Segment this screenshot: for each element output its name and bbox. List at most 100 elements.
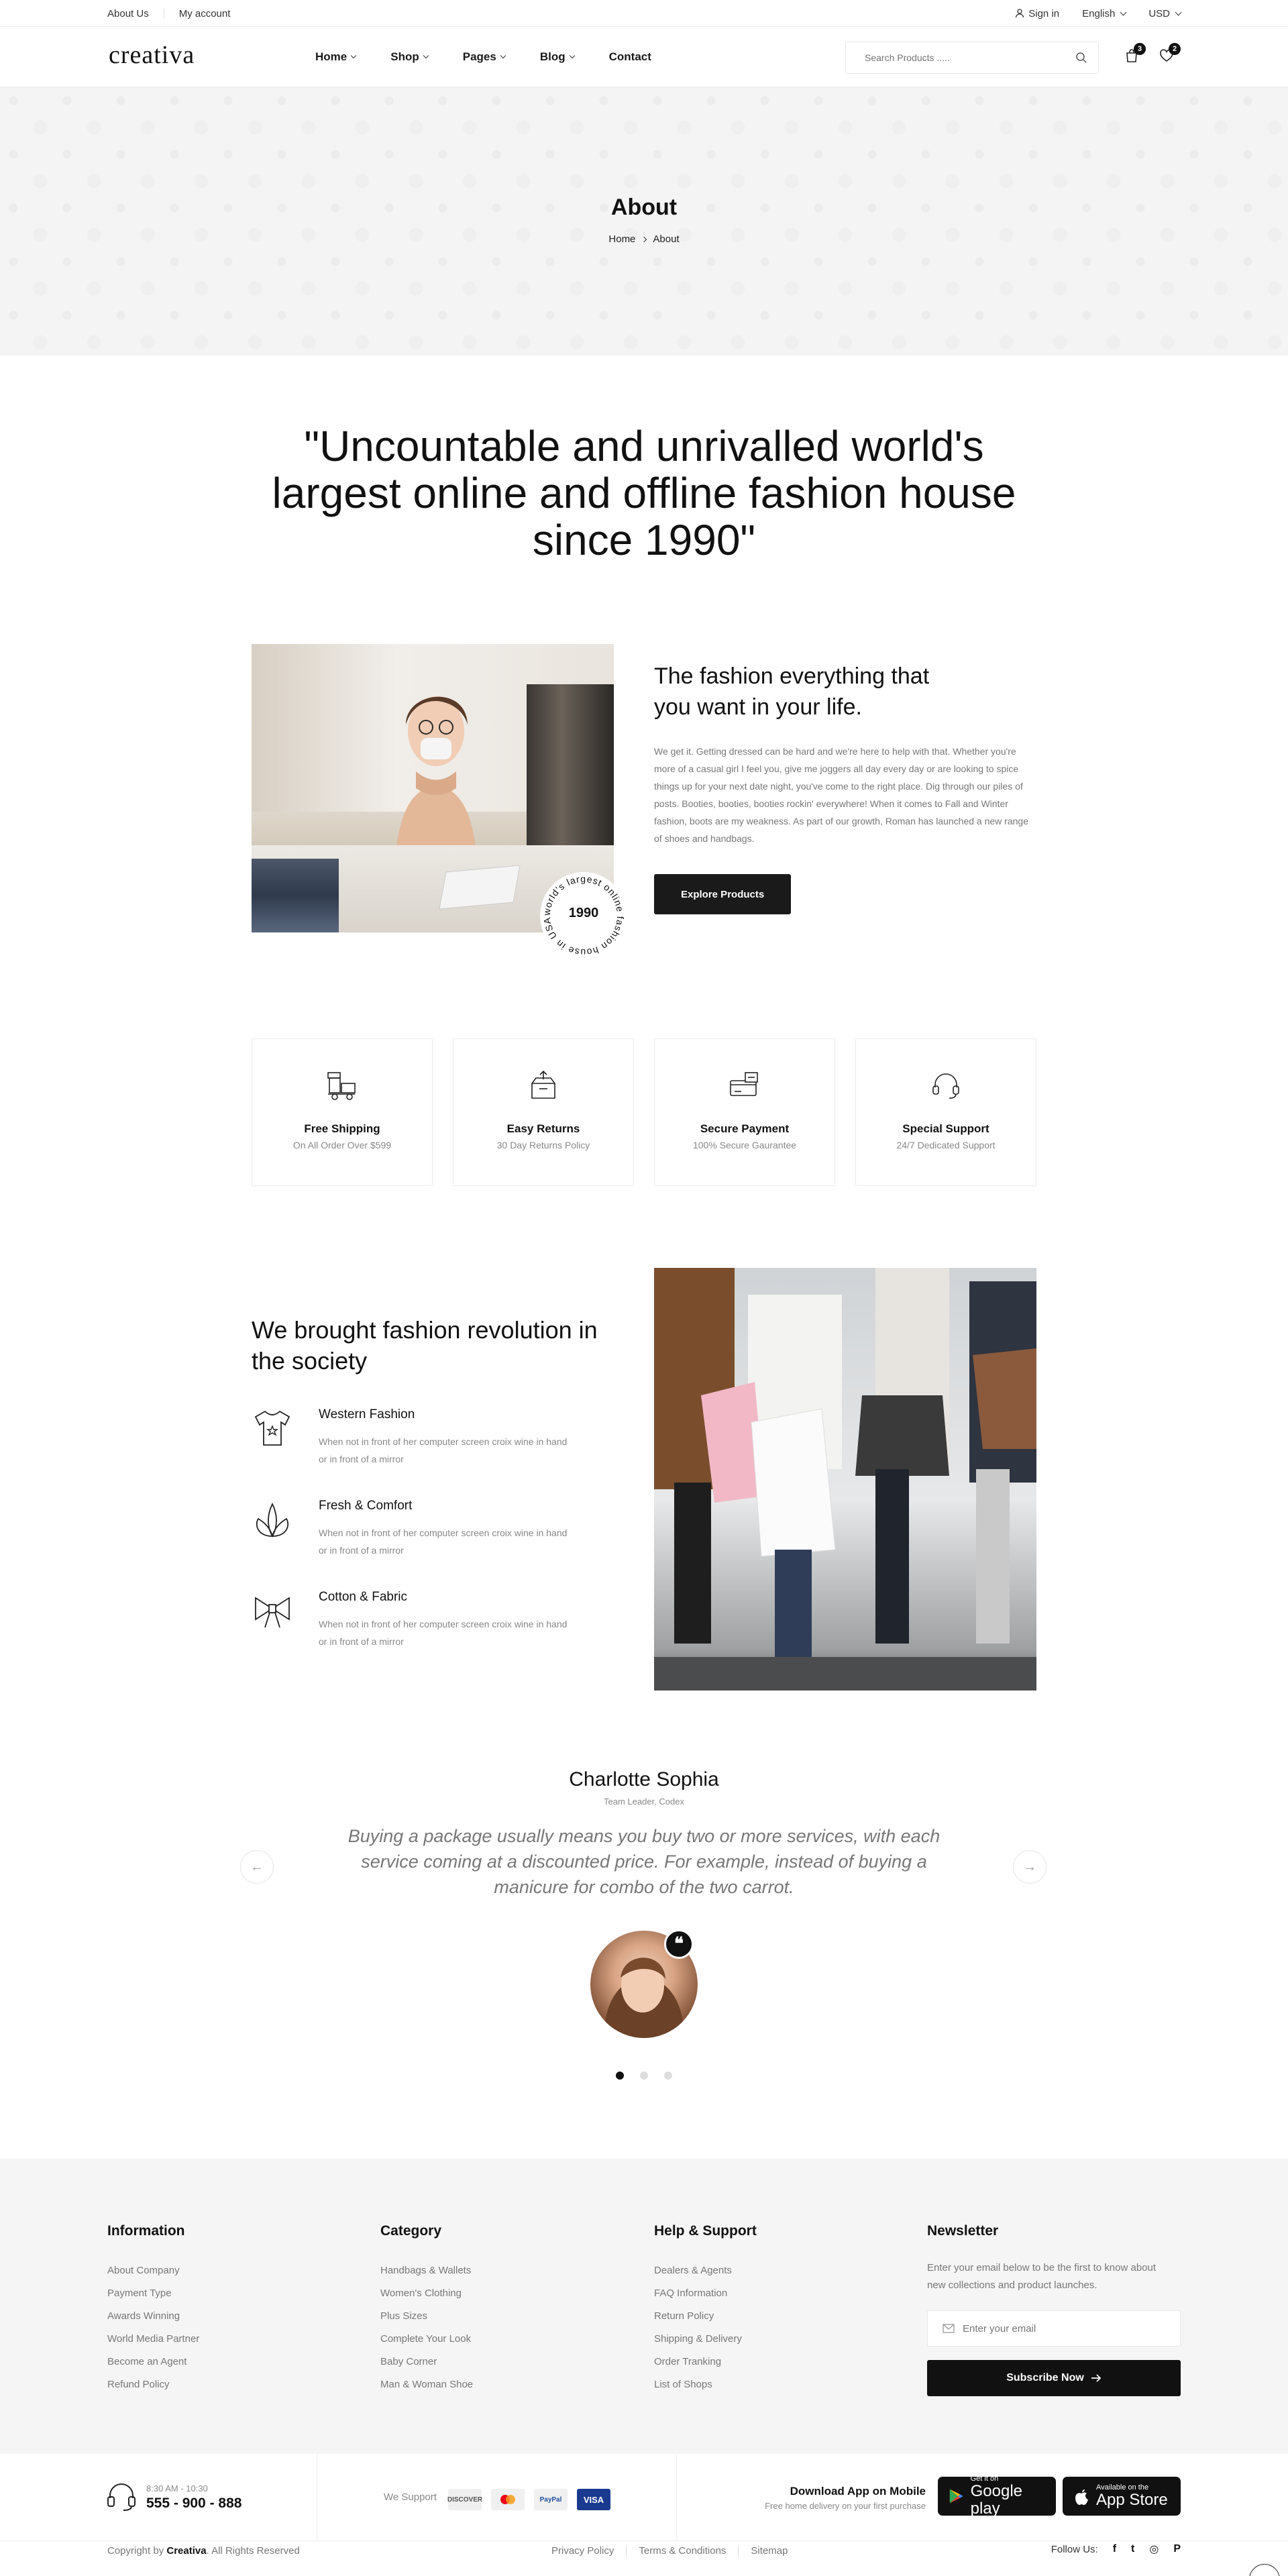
slider-dot[interactable] [616, 2072, 624, 2080]
shipping-icon [324, 1067, 360, 1104]
shopping-bags-photo [654, 1268, 1036, 1690]
nav-label: Blog [539, 50, 566, 63]
terms-link[interactable]: Terms & Conditions [626, 2545, 738, 2557]
feature-card: Special Support 24/7 Dedicated Support [855, 1038, 1036, 1186]
footer-link[interactable]: Handbags & Wallets [380, 2259, 473, 2282]
my-account-link[interactable]: My account [179, 8, 231, 19]
cart-button[interactable]: 3 [1122, 43, 1146, 66]
email-field[interactable] [963, 2322, 1180, 2334]
nav-label: Contact [608, 50, 651, 63]
support-phone: 555 - 900 - 888 [146, 2496, 242, 2511]
headset-icon [928, 1067, 964, 1104]
footer-link[interactable]: Dealers & Agents [654, 2259, 757, 2282]
footer: Information About Company Payment Type A… [0, 2159, 1288, 2454]
footer-link[interactable]: Man & Woman Shoe [380, 2373, 473, 2396]
subscribe-button[interactable]: Subscribe Now [927, 2360, 1181, 2396]
feature-subtitle: 30 Day Returns Policy [496, 1140, 590, 1150]
feature-card: Easy Returns 30 Day Returns Policy [453, 1038, 634, 1186]
google-play-button[interactable]: Get it on Google play [938, 2475, 1056, 2518]
footer-link[interactable]: Return Policy [654, 2305, 757, 2328]
feature-card: Secure Payment 100% Secure Gaurantee [654, 1038, 835, 1186]
app-store-button[interactable]: Available on the App Store [1063, 2477, 1181, 2516]
next-slide-button[interactable]: → [1013, 1850, 1046, 1884]
footer-link[interactable]: List of Shops [654, 2373, 757, 2396]
footer-column-title: Information [107, 2223, 185, 2239]
chevron-down-icon [569, 52, 575, 59]
footer-link[interactable]: Awards Winning [107, 2305, 199, 2328]
shoppers-illustration [654, 1268, 1036, 1690]
copyright-brand[interactable]: Creativa [166, 2545, 206, 2557]
feature-title: Easy Returns [506, 1122, 580, 1135]
scroll-to-top-button[interactable] [1249, 2564, 1280, 2576]
follow-label: Follow Us: [1051, 2543, 1098, 2555]
currency-value: USD [1148, 7, 1170, 19]
about-us-link[interactable]: About Us [107, 8, 149, 19]
nav-item-blog[interactable]: Blog [539, 50, 575, 64]
jeans-stack [252, 859, 339, 932]
explore-products-button[interactable]: Explore Products [654, 874, 792, 914]
wishlist-button[interactable]: 2 [1157, 43, 1181, 66]
footer-link[interactable]: Become an Agent [107, 2351, 199, 2373]
breadcrumb-home[interactable]: Home [608, 233, 635, 245]
language-select[interactable]: English [1082, 8, 1127, 19]
footer-link[interactable]: Complete Your Look [380, 2328, 473, 2351]
chevron-down-icon [500, 52, 506, 59]
revolution-heading: We brought fashion revolution in the soc… [252, 1316, 598, 1375]
footer-link[interactable]: Refund Policy [107, 2373, 199, 2396]
footer-link[interactable]: Baby Corner [380, 2351, 473, 2373]
footer-link[interactable]: Women's Clothing [380, 2282, 473, 2305]
search-input[interactable] [865, 52, 1075, 63]
prev-slide-button[interactable]: ← [240, 1850, 274, 1884]
since-1990-stamp: world's largest online fashion house in … [540, 872, 627, 959]
pinterest-icon[interactable]: P [1173, 2543, 1181, 2555]
arrow-right-icon: → [1023, 1859, 1036, 1874]
footer-newsletter: Newsletter Enter your email below to be … [927, 2223, 1181, 2396]
features-row: Free Shipping On All Order Over $599 Eas… [252, 1038, 1036, 1186]
nav-item-pages[interactable]: Pages [463, 50, 506, 64]
footer-column-title: Help & Support [654, 2223, 757, 2239]
download-app-title: Download App on Mobile [790, 2485, 926, 2498]
slider-dot[interactable] [664, 2072, 672, 2080]
nav-item-shop[interactable]: Shop [390, 50, 429, 64]
feature-card: Free Shipping On All Order Over $599 [252, 1038, 433, 1186]
breadcrumb-current: About [653, 233, 680, 245]
slider-dots [0, 2072, 1288, 2080]
legal-links: Privacy Policy Terms & Conditions Sitema… [551, 2545, 800, 2557]
footer-link[interactable]: About Company [107, 2259, 199, 2282]
main-header: creativa Home Shop Pages Blog Contact 3 … [0, 27, 1288, 87]
payment-icon [727, 1067, 763, 1104]
nav-item-contact[interactable]: Contact [609, 50, 651, 64]
search-icon[interactable] [1075, 52, 1087, 64]
currency-select[interactable]: USD [1148, 7, 1182, 19]
revolution-item-title: Western Fashion [319, 1407, 415, 1421]
nav-item-home[interactable]: Home [315, 50, 357, 64]
logo[interactable]: creativa [109, 40, 195, 70]
slider-dot[interactable] [640, 2072, 648, 2080]
sitemap-link[interactable]: Sitemap [738, 2545, 800, 2557]
footer-link[interactable]: FAQ Information [654, 2282, 757, 2305]
footer-column-information: Information About Company Payment Type A… [107, 2223, 199, 2396]
footer-link[interactable]: Shipping & Delivery [654, 2328, 757, 2351]
page-banner: About Home About [0, 87, 1288, 356]
footer-link[interactable]: World Media Partner [107, 2328, 199, 2351]
top-bar: About Us My account Sign in English USD [0, 0, 1288, 27]
about-content: The fashion everything that you want in … [654, 661, 1036, 914]
instagram-icon[interactable]: ◎ [1149, 2542, 1159, 2556]
about-body: We get it. Getting dressed can be hard a… [654, 746, 1028, 844]
leaf-icon [256, 1502, 289, 1538]
wishlist-count-badge: 2 [1169, 43, 1181, 55]
we-support-label: We Support [384, 2491, 437, 2503]
footer-link[interactable]: Order Tranking [654, 2351, 757, 2373]
copyright-suffix: . All Rights Reserved [206, 2545, 300, 2557]
apple-icon [1075, 2489, 1088, 2505]
facebook-icon[interactable]: f [1113, 2543, 1116, 2555]
twitter-icon[interactable]: t [1131, 2543, 1134, 2555]
mail-icon [943, 2324, 955, 2333]
chevron-down-icon [1120, 9, 1127, 15]
about-heading: The fashion everything that you want in … [654, 663, 930, 720]
feature-subtitle: 24/7 Dedicated Support [896, 1140, 996, 1150]
footer-link[interactable]: Plus Sizes [380, 2305, 473, 2328]
sign-in-link[interactable]: Sign in [1015, 8, 1059, 19]
footer-link[interactable]: Payment Type [107, 2282, 199, 2305]
privacy-policy-link[interactable]: Privacy Policy [551, 2545, 626, 2557]
